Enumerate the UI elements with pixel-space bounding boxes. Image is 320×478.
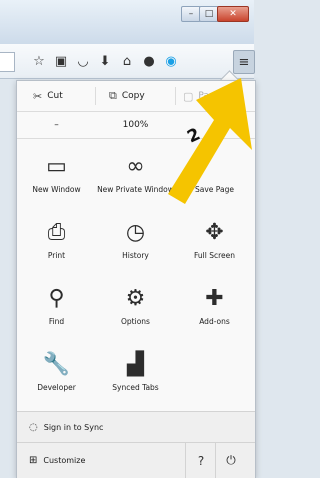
paste-label: Paste — [198, 91, 223, 101]
developer-label: Developer — [37, 383, 76, 392]
cut-label: Cut — [47, 91, 63, 101]
print-button[interactable]: ⎙ Print — [17, 211, 96, 277]
save-page-label: Save Page — [195, 185, 234, 194]
add-ons-label: Add-ons — [199, 317, 230, 326]
gear-icon: ⚙ — [125, 286, 146, 311]
find-label: Find — [48, 317, 65, 326]
window-icon: ▭ — [46, 154, 67, 179]
save-icon — [175, 145, 254, 179]
minimize-button[interactable]: – — [181, 6, 201, 22]
copy-icon: ⧉ — [109, 89, 117, 102]
developer-button[interactable]: 🔧 Developer — [17, 343, 96, 409]
save-page-button[interactable]: Save Page — [175, 145, 254, 211]
customize-button[interactable]: ⊞ Customize — [17, 443, 85, 478]
zoom-level: 100% — [122, 120, 149, 130]
new-window-label: New Window — [32, 185, 81, 194]
edit-controls: ✂ Cut ⧉ Copy ▢ Paste — [17, 81, 255, 112]
star-icon[interactable]: ☆ — [30, 52, 48, 70]
paste-icon: ▢ — [183, 89, 194, 103]
url-bar-edge[interactable] — [0, 52, 15, 72]
puzzle-icon: ✚ — [205, 286, 224, 311]
fullscreen-icon: ✥ — [205, 220, 224, 245]
chat-icon[interactable]: ● — [140, 52, 158, 70]
exit-button[interactable]: ⏻ — [215, 443, 246, 478]
copy-label: Copy — [121, 91, 145, 101]
divider — [95, 87, 96, 105]
power-icon: ⏻ — [226, 453, 236, 467]
close-button[interactable]: ✕ — [217, 6, 249, 22]
zoom-reset-button[interactable]: 100% — [96, 112, 175, 138]
new-private-window-label: New Private Window — [97, 185, 174, 194]
cut-button[interactable]: ✂ Cut — [33, 81, 63, 111]
paste-button[interactable]: ▢ Paste — [183, 81, 223, 111]
synced-tabs-icon: ▟ — [127, 352, 144, 377]
copy-button[interactable]: ⧉ Copy — [109, 81, 145, 111]
help-icon: ? — [197, 453, 205, 468]
divider — [175, 87, 176, 105]
window-titlebar: – □ ✕ — [0, 0, 254, 44]
options-button[interactable]: ⚙ Options — [96, 277, 175, 343]
close-icon: ✕ — [229, 9, 237, 19]
scissors-icon: ✂ — [33, 89, 43, 103]
zoom-out-label: – — [54, 120, 59, 130]
maximize-icon: □ — [204, 9, 214, 19]
search-icon: ⚲ — [48, 286, 65, 311]
sign-in-label: Sign in to Sync — [43, 422, 104, 432]
full-screen-label: Full Screen — [194, 251, 235, 260]
mask-icon: ∞ — [126, 154, 145, 179]
pocket-icon[interactable]: ◡ — [74, 52, 92, 70]
reading-list-icon[interactable]: ▣ — [52, 52, 70, 70]
new-private-window-button[interactable]: ∞ New Private Window — [96, 145, 175, 211]
history-button[interactable]: ◷ History — [96, 211, 175, 277]
home-icon[interactable]: ⌂ — [118, 52, 136, 70]
zoom-controls: – 100% — [17, 112, 255, 139]
help-button[interactable]: ? — [185, 443, 216, 478]
print-label: Print — [47, 251, 66, 260]
nav-toolbar: ☆ ▣ ◡ ⬇ ⌂ ● ◉ ≡ — [0, 44, 255, 79]
options-label: Options — [121, 317, 150, 326]
sign-in-row[interactable]: ◌ Sign in to Sync — [17, 411, 255, 442]
history-label: History — [122, 251, 149, 260]
maximize-button[interactable]: □ — [199, 6, 219, 22]
hamburger-menu-icon: ≡ — [238, 54, 250, 70]
new-window-button[interactable]: ▭ New Window — [17, 145, 96, 211]
zoom-out-button[interactable]: – — [17, 112, 96, 138]
find-button[interactable]: ⚲ Find — [17, 277, 96, 343]
add-ons-button[interactable]: ✚ Add-ons — [175, 277, 254, 343]
printer-icon: ⎙ — [47, 220, 66, 245]
minimize-icon: – — [188, 9, 194, 19]
sync-icon: ◌ — [29, 421, 38, 433]
customize-icon: ⊞ — [29, 455, 38, 466]
hamburger-menu-button[interactable]: ≡ — [233, 50, 255, 74]
synced-tabs-button[interactable]: ▟ Synced Tabs — [96, 343, 175, 409]
wrench-icon: 🔧 — [42, 352, 71, 377]
synced-tabs-label: Synced Tabs — [112, 383, 159, 392]
customize-label: Customize — [43, 456, 86, 465]
menu-grid: ▭ New Window ∞ New Private Window Save P… — [17, 139, 255, 409]
clock-icon: ◷ — [125, 220, 146, 245]
app-menu-panel: ✂ Cut ⧉ Copy ▢ Paste – 100% ▭ New Window… — [16, 80, 256, 478]
full-screen-button[interactable]: ✥ Full Screen — [175, 211, 254, 277]
skype-icon[interactable]: ◉ — [162, 52, 180, 70]
customize-row: ⊞ Customize ? ⏻ — [17, 442, 255, 478]
download-icon[interactable]: ⬇ — [96, 52, 114, 70]
